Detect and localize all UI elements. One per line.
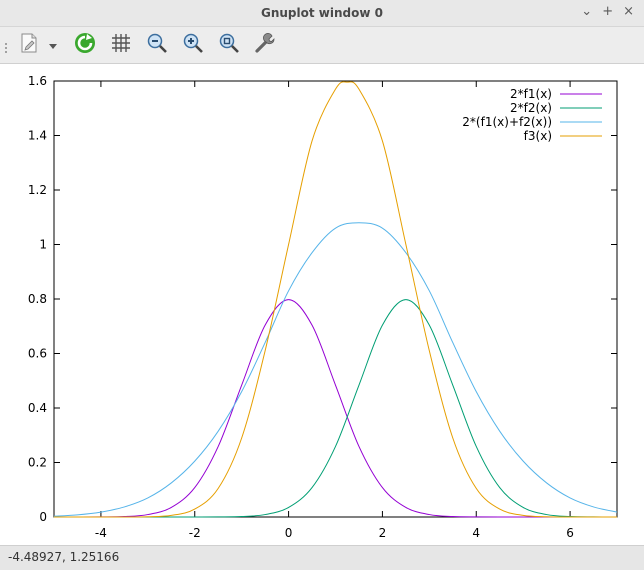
replot-icon [73,31,97,59]
y-tick-label: 0.2 [28,456,47,470]
legend-label: 2*f2(x) [510,101,552,115]
maximize-button[interactable]: + [602,4,613,19]
y-tick-label: 0.8 [28,292,47,306]
toolbar [0,27,644,64]
y-tick-label: 0 [39,510,47,524]
x-tick-label: -2 [189,526,201,540]
x-tick-label: 2 [379,526,387,540]
export-icon [17,31,41,59]
settings-icon [253,31,277,59]
status-bar: -4.48927, 1.25166 [0,545,644,570]
y-tick-label: 0.6 [28,347,47,361]
zoom-fit-button[interactable] [216,31,242,59]
close-button[interactable]: × [623,4,634,19]
chart[interactable]: 00.20.40.60.811.21.41.6-4 -2 0 2 4 62*f1(x)2*… [0,64,644,544]
series-line-0 [53,299,617,518]
replot-button[interactable] [72,31,98,59]
zoom-out-button[interactable] [144,31,170,59]
zoom-out-icon [145,31,169,59]
grid-button[interactable] [108,31,134,59]
legend-label: 2*f1(x) [510,87,552,101]
title-bar[interactable]: Gnuplot window 0 ⌄ + × [0,0,644,27]
dropdown-icon [48,36,58,55]
zoom-in-icon [181,31,205,59]
legend-label: f3(x) [524,129,552,143]
gnuplot-window: Gnuplot window 0 ⌄ + × 0 0.2 0.4 0.6 0.8… [0,0,644,570]
export-button[interactable] [16,31,42,59]
series-line-2 [53,222,618,517]
window-controls: ⌄ + × [581,4,634,19]
y-tick-label: 0.4 [28,401,47,415]
series-line-1 [54,299,618,518]
plot-area[interactable]: 0 0.2 0.4 0.6 0.8 1 1.2 1.4 1.6 -4 -2 0 2 4 6 2*f1(x) 2*… [0,64,644,544]
x-tick-label: 0 [285,526,293,540]
minimize-button[interactable]: ⌄ [581,4,592,19]
toolbar-grip-icon[interactable] [4,39,8,53]
y-tick-label: 1.6 [28,74,47,88]
export-dropdown-button[interactable] [46,31,60,59]
legend-label: 2*(f1(x)+f2(x)) [462,115,552,129]
zoom-in-button[interactable] [180,31,206,59]
y-tick-label: 1.2 [28,183,47,197]
x-tick-label: 6 [566,526,574,540]
series-line-3 [54,81,617,518]
plot-frame [53,80,618,518]
grid-icon [109,31,133,59]
x-tick-label: -4 [95,526,107,540]
window-title: Gnuplot window 0 [261,6,383,20]
coordinate-readout: -4.48927, 1.25166 [8,550,120,564]
y-tick-label: 1 [39,238,47,252]
settings-button[interactable] [252,31,278,59]
y-tick-label: 1.4 [28,129,47,143]
x-tick-label: 4 [472,526,480,540]
zoom-fit-icon [217,31,241,59]
